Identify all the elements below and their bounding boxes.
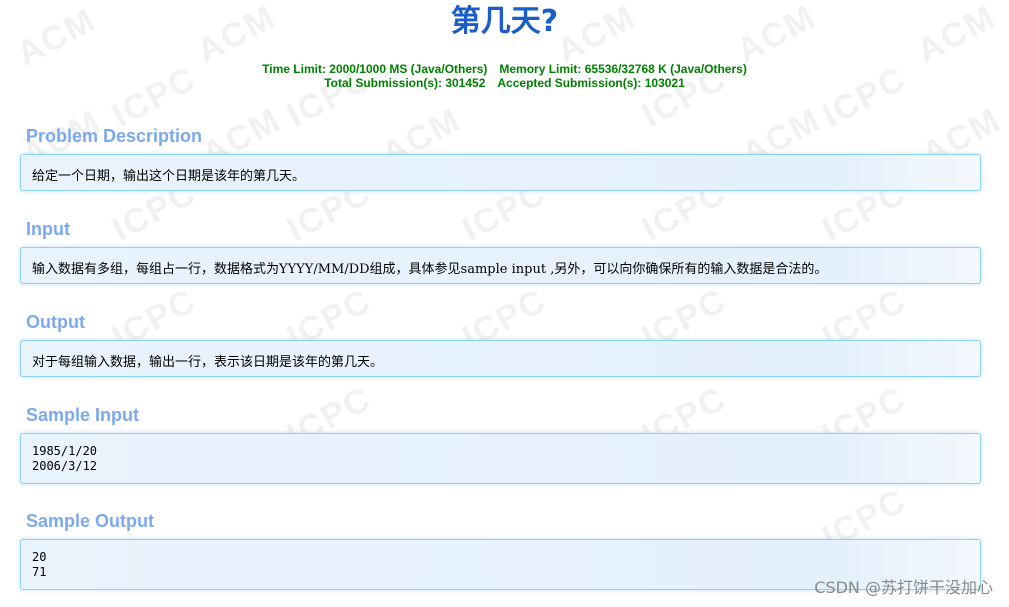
- description-panel: 给定一个日期，输出这个日期是该年的第几天。: [20, 154, 981, 191]
- limits-row-2: Total Submission(s): 301452 Accepted Subm…: [0, 76, 1009, 90]
- output-heading: Output: [26, 312, 85, 332]
- output-text: 对于每组输入数据，输出一行，表示该日期是该年的第几天。: [32, 355, 384, 370]
- output-panel: 对于每组输入数据，输出一行，表示该日期是该年的第几天。: [20, 340, 981, 377]
- memory-limit: Memory Limit: 65536/32768 K (Java/Others…: [499, 62, 747, 76]
- description-heading: Problem Description: [26, 126, 203, 146]
- total-submissions: Total Submission(s): 301452: [324, 76, 486, 90]
- time-limit: Time Limit: 2000/1000 MS (Java/Others): [262, 62, 488, 76]
- sample-input-panel: 1985/1/20 2006/3/12: [20, 433, 981, 484]
- accepted-submissions: Accepted Submission(s): 103021: [497, 76, 685, 90]
- sample-input-line: 1985/1/20: [32, 444, 98, 458]
- problem-limits: Time Limit: 2000/1000 MS (Java/Others) Me…: [0, 62, 1009, 90]
- input-text: 输入数据有多组，每组占一行，数据格式为YYYY/MM/DD组成，具体参见samp…: [32, 262, 828, 277]
- csdn-watermark-credit: CSDN @苏打饼干没加心: [814, 578, 993, 597]
- sample-input-heading: Sample Input: [26, 405, 140, 425]
- sample-output-line: 71: [32, 565, 47, 579]
- sample-input-line: 2006/3/12: [32, 459, 98, 473]
- sample-output-line: 20: [32, 550, 47, 564]
- sample-input-block: 1985/1/20 2006/3/12: [32, 444, 97, 474]
- description-text: 给定一个日期，输出这个日期是该年的第几天。: [32, 169, 306, 184]
- input-panel: 输入数据有多组，每组占一行，数据格式为YYYY/MM/DD组成，具体参见samp…: [20, 247, 981, 284]
- input-heading: Input: [26, 219, 70, 239]
- sample-output-block: 20 71: [32, 550, 46, 580]
- sample-output-heading: Sample Output: [26, 511, 155, 531]
- limits-row-1: Time Limit: 2000/1000 MS (Java/Others) Me…: [0, 62, 1009, 76]
- problem-title: 第几天?: [450, 4, 559, 39]
